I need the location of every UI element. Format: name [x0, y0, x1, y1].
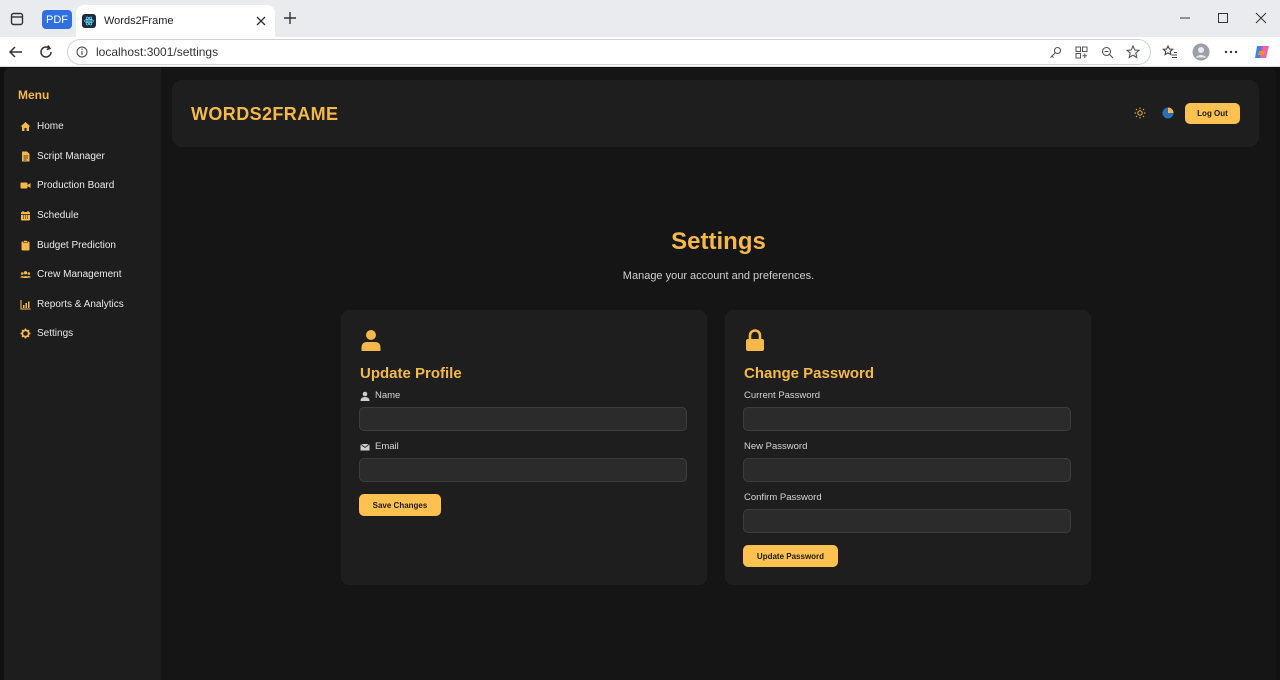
page-subtitle: Manage your account and preferences.: [622, 270, 815, 282]
site-info-icon[interactable]: [76, 46, 88, 58]
change-password-card: Change Password Current Password New Pas…: [725, 310, 1091, 585]
name-label: Name: [360, 390, 400, 401]
calendar-icon: [20, 210, 31, 221]
theme-palette-icon[interactable]: [1161, 106, 1175, 120]
copilot-icon[interactable]: [1252, 42, 1272, 62]
home-icon: [20, 121, 31, 132]
sidebar-item-budget-prediction[interactable]: Budget Prediction: [20, 236, 116, 254]
sidebar-item-label: Reports & Analytics: [37, 298, 124, 310]
url-field[interactable]: localhost:3001/settings: [67, 39, 1151, 65]
current-password-label: Current Password: [744, 390, 821, 401]
sidebar-item-label: Home: [37, 120, 64, 132]
name-label-text: Name: [375, 390, 401, 401]
browser-tab[interactable]: Words2Frame: [76, 5, 275, 37]
tab-title: Words2Frame: [104, 15, 174, 27]
email-label-text: Email: [375, 441, 399, 452]
back-icon[interactable]: [6, 42, 26, 62]
browser-tab-bar: PDF Words2Frame: [0, 0, 1280, 37]
sidebar-item-label: Script Manager: [37, 150, 105, 162]
zoom-icon[interactable]: [1098, 43, 1116, 61]
sidebar-item-label: Production Board: [37, 179, 115, 191]
current-password-input[interactable]: [743, 407, 1071, 431]
minimize-icon[interactable]: [1176, 9, 1194, 27]
page-title: Settings: [671, 228, 766, 255]
close-window-icon[interactable]: [1252, 9, 1270, 27]
clipboard-icon: [20, 239, 31, 251]
envelope-icon: [360, 442, 370, 452]
apps-icon[interactable]: [1072, 43, 1090, 61]
sidebar-item-production-board[interactable]: Production Board: [20, 176, 114, 194]
change-password-title: Change Password: [744, 365, 875, 382]
favorites-icon[interactable]: [1160, 42, 1180, 62]
user-icon: [360, 328, 382, 352]
profile-avatar-icon[interactable]: [1191, 42, 1211, 62]
name-input[interactable]: [359, 407, 687, 431]
maximize-icon[interactable]: [1214, 9, 1232, 27]
key-icon[interactable]: [1046, 43, 1064, 61]
tab-actions-icon[interactable]: [8, 10, 26, 28]
react-icon: [82, 14, 96, 28]
app-window: Menu Home Script Manager Production Boar…: [4, 68, 1276, 680]
gear-icon: [20, 328, 31, 339]
sidebar-item-home[interactable]: Home: [20, 117, 64, 135]
new-password-label: New Password: [744, 441, 808, 452]
sidebar-item-schedule[interactable]: Schedule: [20, 206, 79, 224]
sidebar-item-script-manager[interactable]: Script Manager: [20, 147, 105, 165]
close-tab-icon[interactable]: [253, 13, 269, 29]
reload-icon[interactable]: [36, 42, 56, 62]
sidebar-item-reports-analytics[interactable]: Reports & Analytics: [20, 295, 124, 313]
video-camera-icon: [20, 180, 31, 191]
address-bar: localhost:3001/settings: [0, 37, 1280, 67]
file-icon: [20, 151, 31, 162]
email-label: Email: [360, 441, 399, 452]
sidebar-item-label: Crew Management: [37, 268, 122, 280]
brand-logo[interactable]: WORDS2FRAME: [191, 104, 338, 125]
users-icon: [20, 269, 31, 280]
email-input[interactable]: [359, 458, 687, 482]
sidebar-title: Menu: [18, 88, 50, 102]
pdf-tab[interactable]: PDF: [42, 10, 72, 29]
confirm-password-input[interactable]: [743, 509, 1071, 533]
update-password-button[interactable]: Update Password: [743, 545, 838, 567]
confirm-password-label: Confirm Password: [744, 492, 822, 503]
logout-button[interactable]: Log Out: [1185, 103, 1240, 124]
sidebar-item-settings[interactable]: Settings: [20, 324, 73, 342]
new-tab-icon[interactable]: [281, 9, 299, 27]
new-password-input[interactable]: [743, 458, 1071, 482]
url-text: localhost:3001/settings: [96, 45, 219, 59]
sidebar-item-label: Settings: [37, 327, 74, 339]
sidebar-item-label: Budget Prediction: [37, 239, 116, 251]
theme-sun-icon[interactable]: [1133, 106, 1147, 120]
chart-icon: [20, 299, 31, 310]
sidebar-item-crew-management[interactable]: Crew Management: [20, 265, 121, 283]
sidebar: Menu Home Script Manager Production Boar…: [4, 68, 161, 680]
user-small-icon: [360, 391, 370, 401]
update-profile-title: Update Profile: [360, 365, 462, 382]
update-profile-card: Update Profile Name Email Save Changes: [341, 310, 707, 585]
save-changes-button[interactable]: Save Changes: [359, 494, 441, 516]
favorite-star-icon[interactable]: [1124, 43, 1142, 61]
app-header: WORDS2FRAME Log Out: [172, 80, 1259, 147]
lock-icon: [744, 328, 766, 352]
sidebar-item-label: Schedule: [37, 209, 79, 221]
more-options-icon[interactable]: [1221, 42, 1241, 62]
